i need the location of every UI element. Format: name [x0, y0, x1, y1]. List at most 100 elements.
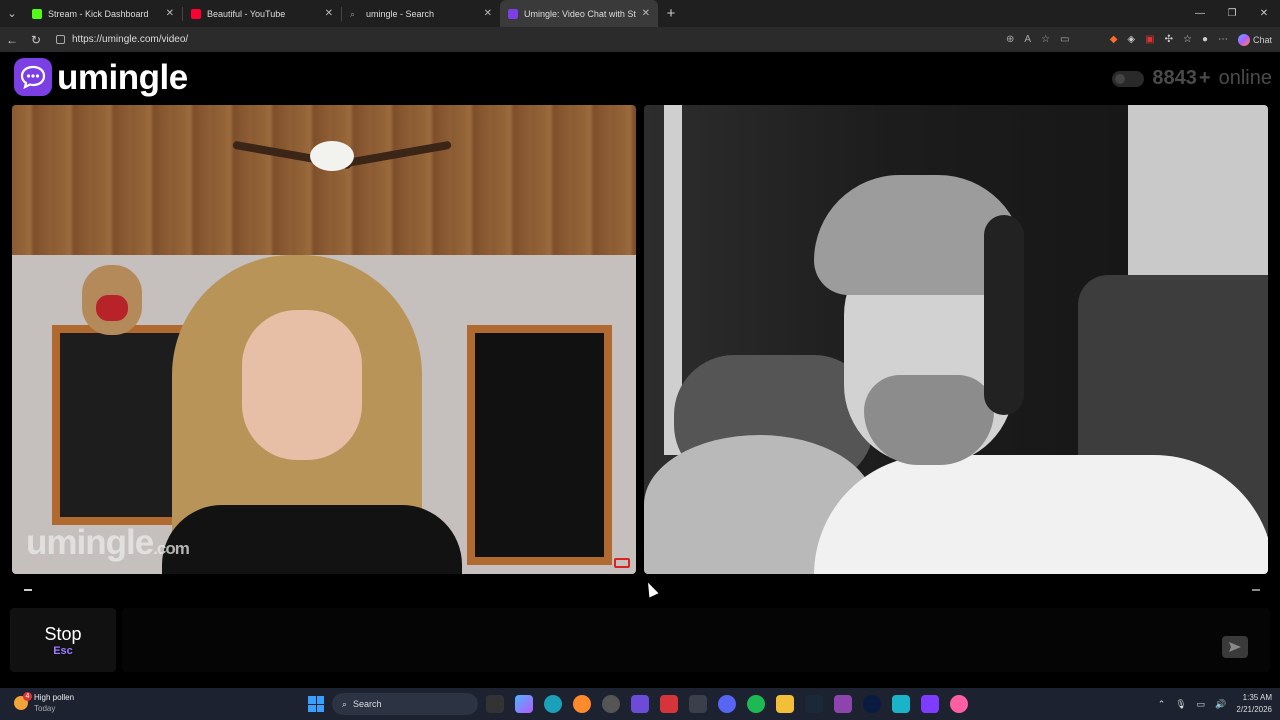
extension-icon[interactable]: ▣ [1145, 34, 1154, 45]
online-count: 8843 [1152, 67, 1197, 89]
tab-title: Stream - Kick Dashboard [48, 8, 149, 19]
edge-icon[interactable] [544, 695, 562, 713]
tab-search[interactable]: ⌕ umingle - Search ✕ [342, 0, 500, 27]
chat-label: Chat [1252, 34, 1272, 45]
video-window-right [467, 325, 612, 565]
close-icon[interactable]: ✕ [484, 8, 492, 19]
music-icon[interactable] [689, 695, 707, 713]
record-icon[interactable] [614, 558, 630, 568]
obs-icon[interactable] [602, 695, 620, 713]
weather-widget[interactable]: 4 High pollen Today [14, 692, 74, 714]
steam-icon[interactable] [805, 695, 823, 713]
taskbar-clock[interactable]: 1:35 AM 2/21/2026 [1236, 692, 1272, 716]
system-tray: ⌃ 🎙 ▭ 🔊 1:35 AM 2/21/2026 [1158, 692, 1272, 716]
message-input[interactable] [122, 608, 1270, 672]
weather-sub: Today [34, 704, 56, 713]
left-dash-marker [24, 589, 32, 591]
clock-time: 1:35 AM [1242, 693, 1272, 702]
close-window-icon[interactable]: ✕ [1248, 0, 1280, 27]
chat-bubble-icon [20, 65, 46, 89]
app-icon[interactable] [863, 695, 881, 713]
youtube-icon [191, 8, 201, 19]
url-action-icons: ⊕ A ☆ ▭ [1006, 34, 1069, 45]
stop-shortcut: Esc [53, 644, 73, 657]
discord-icon[interactable] [718, 695, 736, 713]
online-indicator: 8843 + online [1112, 67, 1272, 90]
tray-chevron-icon[interactable]: ⌃ [1158, 699, 1166, 710]
url-text: https://umingle.com/video/ [72, 34, 189, 45]
more-menu-icon[interactable]: ⋯ [1218, 34, 1228, 45]
zoom-icon[interactable]: ⊕ [1006, 34, 1014, 45]
online-plus: + [1198, 67, 1211, 89]
right-dash-marker [1252, 589, 1260, 591]
spotify-icon[interactable] [747, 695, 765, 713]
tab-actions-chevron-icon[interactable]: ⌄ [0, 0, 24, 27]
back-icon[interactable]: ← [0, 33, 24, 47]
extension-icon[interactable]: ◆ [1110, 34, 1118, 45]
umingle-watermark: umingle.com [26, 523, 190, 563]
tab-kick[interactable]: Stream - Kick Dashboard ✕ [24, 0, 182, 27]
tab-youtube[interactable]: Beautiful - YouTube ✕ [183, 0, 341, 27]
refresh-icon[interactable]: ↻ [24, 33, 48, 47]
close-icon[interactable]: ✕ [325, 8, 333, 19]
online-label: online [1218, 67, 1272, 89]
send-button[interactable] [1222, 636, 1248, 658]
self-person [814, 175, 1268, 574]
url-field[interactable]: https://umingle.com/video/ [52, 30, 992, 50]
address-bar: ← ↻ https://umingle.com/video/ ⊕ A ☆ ▭ ◆… [0, 27, 1280, 52]
fx-app-icon[interactable] [921, 695, 939, 713]
video-ceiling [12, 105, 636, 255]
twitch-icon[interactable] [631, 695, 649, 713]
read-aloud-icon[interactable]: A [1024, 34, 1031, 45]
tab-title: umingle - Search [366, 8, 435, 19]
site-header: umingle 8843 + online [0, 52, 1280, 105]
taskbar-search[interactable]: ⌕ Search [332, 693, 478, 715]
close-icon[interactable]: ✕ [166, 8, 174, 19]
self-video [644, 105, 1268, 574]
profile-avatar-icon[interactable]: ● [1202, 34, 1208, 45]
tab-title: Umingle: Video Chat with Str [524, 8, 636, 19]
kick-icon [32, 8, 42, 19]
copilot-icon [1237, 33, 1250, 46]
extension-icon[interactable]: ◈ [1127, 34, 1135, 45]
umingle-logo-icon[interactable] [14, 58, 52, 96]
favorite-star-icon[interactable]: ☆ [1041, 34, 1050, 45]
weather-icon: 4 [14, 692, 32, 710]
app-icon[interactable] [892, 695, 910, 713]
logo-text[interactable]: umingle [57, 58, 188, 98]
minimize-icon[interactable]: — [1184, 0, 1216, 27]
stop-button[interactable]: Stop Esc [10, 608, 116, 672]
copilot-chat-button[interactable]: Chat [1237, 33, 1272, 46]
app-icon[interactable] [950, 695, 968, 713]
app-icon[interactable] [660, 695, 678, 713]
firefox-icon[interactable] [573, 695, 591, 713]
taskbar-apps [486, 695, 968, 713]
extensions-puzzle-icon[interactable]: ✣ [1165, 34, 1173, 45]
online-toggle[interactable] [1112, 70, 1145, 87]
stranger-video: umingle.com [12, 105, 636, 574]
ceiling-fan [232, 135, 452, 175]
file-explorer-icon[interactable] [776, 695, 794, 713]
microphone-icon[interactable]: 🎙 [1175, 699, 1186, 710]
windows-start-icon[interactable] [308, 696, 324, 712]
stop-label: Stop [44, 623, 82, 644]
clock-date: 2/21/2026 [1236, 705, 1272, 714]
clip-app-icon[interactable] [834, 695, 852, 713]
favorites-icon[interactable]: ☆ [1183, 34, 1192, 45]
tab-umingle[interactable]: Umingle: Video Chat with Str ✕ [500, 0, 658, 27]
weather-badge: 4 [23, 692, 32, 701]
media-icon[interactable]: ▭ [1060, 34, 1069, 45]
new-tab-button[interactable]: + [658, 5, 684, 22]
watermark-suffix: .com [153, 539, 190, 558]
restore-icon[interactable]: ❐ [1216, 0, 1248, 27]
video-divider-row [12, 580, 1268, 600]
copilot-app-icon[interactable] [515, 695, 533, 713]
watermark-main: umingle [26, 523, 154, 562]
window-controls: — ❐ ✕ [1184, 0, 1280, 27]
display-icon[interactable]: ▭ [1197, 699, 1206, 710]
volume-icon[interactable]: 🔊 [1215, 699, 1226, 710]
task-view-icon[interactable] [486, 695, 504, 713]
browser-tab-bar: ⌄ Stream - Kick Dashboard ✕ Beautiful - … [0, 0, 1280, 27]
close-icon[interactable]: ✕ [642, 8, 650, 19]
site-info-icon[interactable] [56, 35, 65, 44]
